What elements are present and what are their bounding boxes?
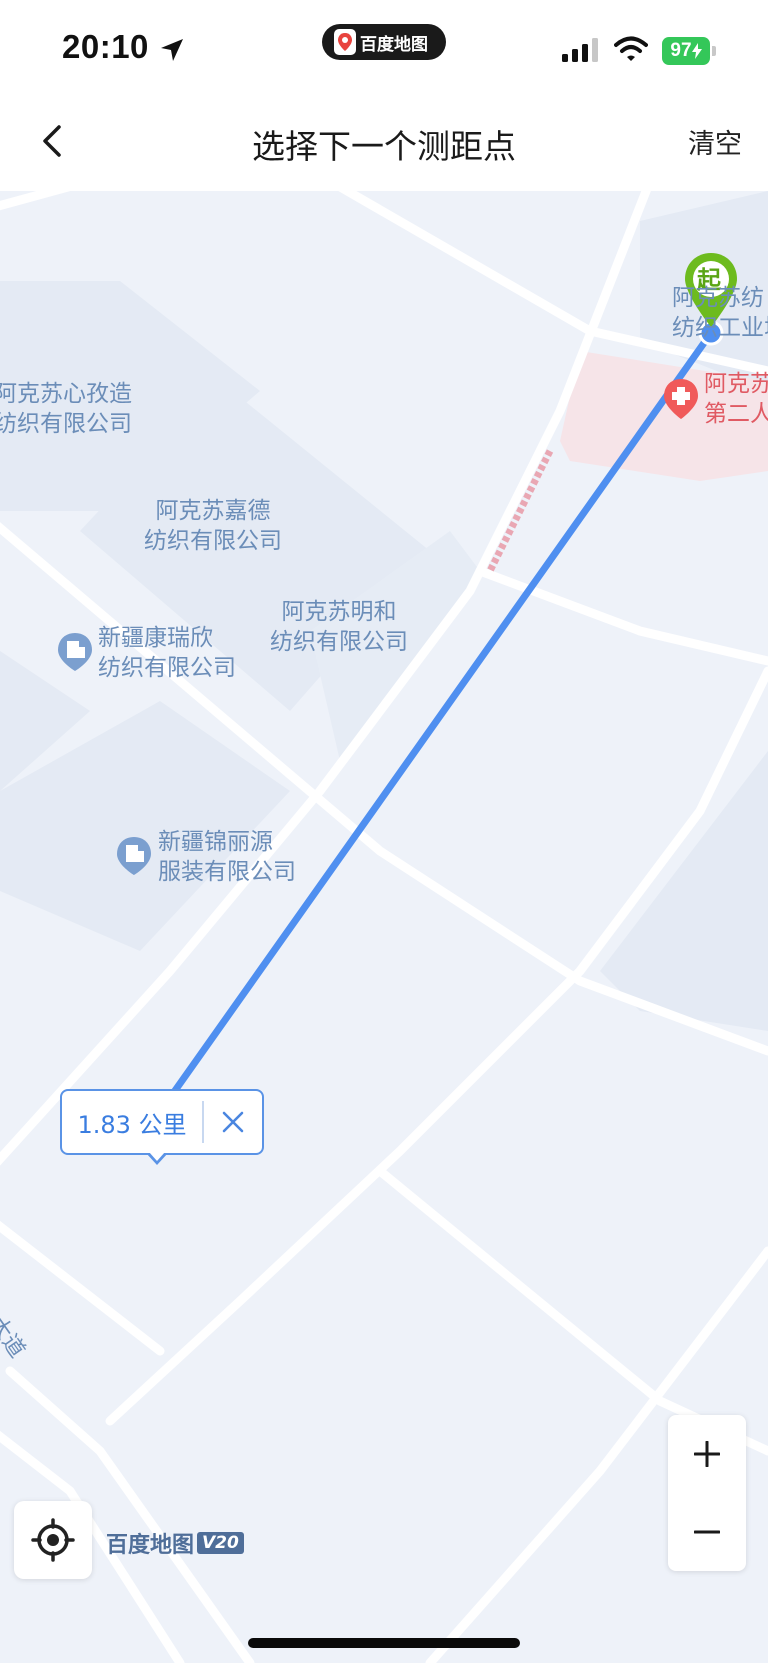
poi-label-kangruixin[interactable]: 新疆康瑞欣 纺织有限公司	[98, 623, 236, 683]
close-icon	[222, 1111, 244, 1133]
plus-icon	[694, 1441, 720, 1467]
locate-me-button[interactable]	[14, 1501, 92, 1579]
app-pill[interactable]: 百度地图	[322, 24, 446, 60]
hospital-icon[interactable]	[662, 377, 700, 421]
status-time: 20:10	[62, 28, 149, 65]
wifi-icon	[614, 36, 648, 61]
zoom-out-button[interactable]	[668, 1493, 746, 1571]
zoom-in-button[interactable]	[668, 1415, 746, 1493]
baidu-map-watermark: 百度地图 V20	[106, 1527, 244, 1559]
battery-level: 97	[670, 40, 692, 61]
location-arrow-icon	[161, 39, 183, 61]
distance-value: 1.83 公里	[77, 1110, 187, 1139]
distance-tooltip: 1.83 公里	[60, 1089, 264, 1155]
poi-label-xinzhizao[interactable]: 阿克苏心孜造 纺织有限公司	[0, 379, 132, 439]
tooltip-arrow-inner	[149, 1152, 165, 1161]
home-indicator[interactable]	[248, 1638, 520, 1648]
charging-bolt-icon	[691, 43, 702, 59]
battery-cap	[712, 46, 716, 56]
cellular-signal-icon	[562, 38, 598, 62]
brand-name: 百度地图	[106, 1533, 195, 1558]
poi-label-minghe[interactable]: 阿克苏明和 纺织有限公司	[270, 597, 408, 657]
poi-label-jinliyuan[interactable]: 新疆锦丽源 服装有限公司	[158, 827, 296, 887]
map-view[interactable]: 起 阿克苏纺 纺织工业城 阿克苏 第二人 阿克苏心孜造 纺织有限公司 阿克苏嘉德…	[0, 191, 768, 1663]
nav-bar: 选择下一个测距点 清空	[0, 96, 768, 191]
brand-version: V20	[197, 1532, 244, 1554]
crosshair-icon	[31, 1518, 75, 1562]
status-bar: 20:10 百度地图 97	[0, 0, 768, 96]
building-poi-icon[interactable]	[56, 631, 94, 673]
building-poi-icon[interactable]	[115, 835, 153, 877]
poi-label-hospital[interactable]: 阿克苏 第二人	[704, 369, 768, 429]
delete-point-button[interactable]	[204, 1091, 262, 1153]
poi-label-jiade[interactable]: 阿克苏嘉德 纺织有限公司	[144, 496, 282, 556]
zoom-controls	[668, 1415, 746, 1571]
battery-indicator: 97	[662, 37, 710, 65]
baidu-map-app-icon	[334, 29, 356, 55]
poi-label-textile-city[interactable]: 阿克苏纺 纺织工业城	[672, 283, 768, 343]
clear-button[interactable]: 清空	[688, 122, 742, 161]
page-title: 选择下一个测距点	[252, 127, 516, 166]
app-pill-label: 百度地图	[360, 34, 428, 55]
minus-icon	[694, 1530, 720, 1534]
